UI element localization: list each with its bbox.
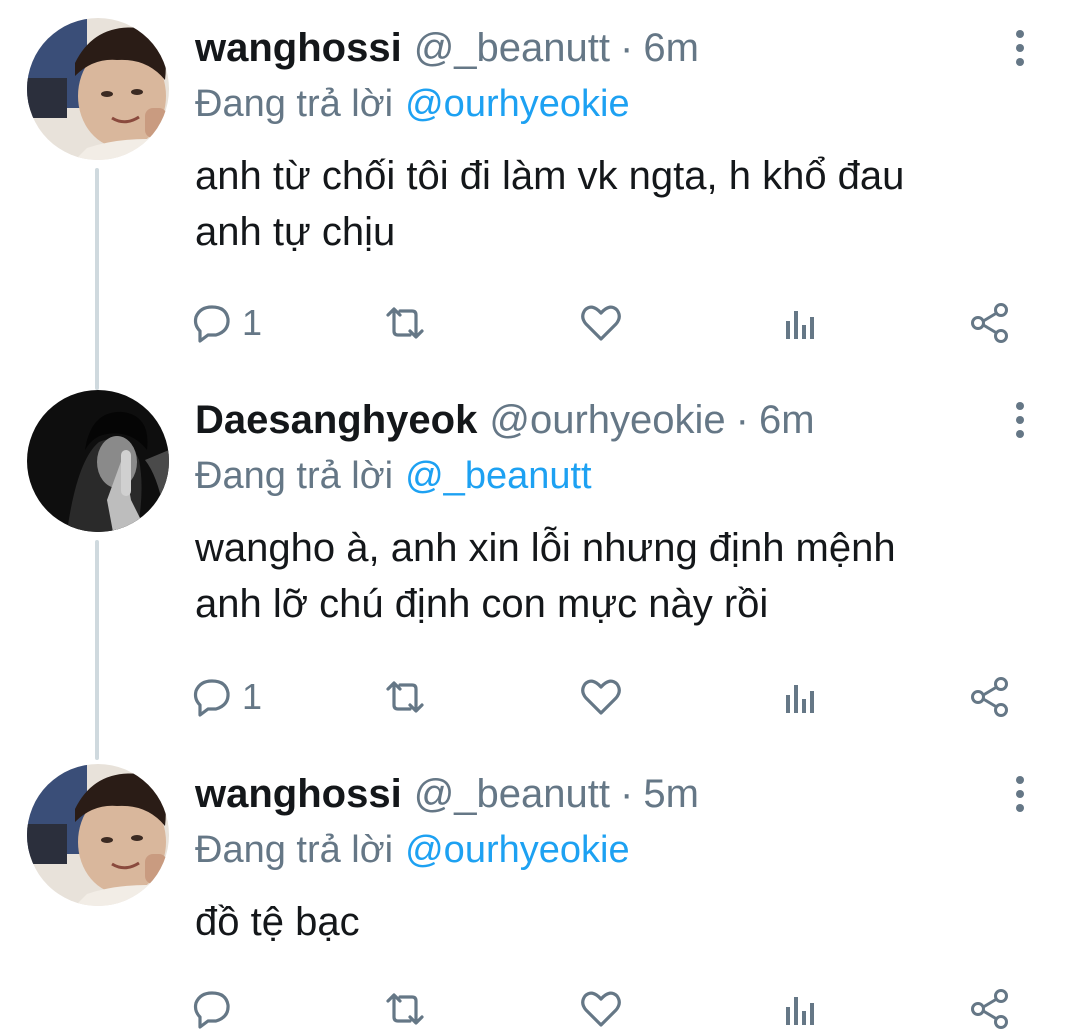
replying-to-label: Đang trả lời xyxy=(195,83,394,125)
avatar[interactable] xyxy=(27,764,169,906)
tweet-text: wangho à, anh xin lỗi nhưng định mệnh an… xyxy=(195,520,1055,632)
share-button[interactable] xyxy=(968,672,1012,722)
tweet-thread: wanghossi @_beanutt · 6m Đang trả lời @ou… xyxy=(0,0,1080,1030)
user-handle[interactable]: @_beanutt xyxy=(414,18,610,78)
separator-dot: · xyxy=(620,772,634,816)
reply-button[interactable] xyxy=(190,984,242,1034)
reply-count: 1 xyxy=(242,676,263,717)
tweet[interactable]: wanghossi @_beanutt · 6m Đang trả lời @ou… xyxy=(0,18,1080,358)
replying-to: Đang trả lời @ourhyeokie xyxy=(195,74,630,134)
replying-to-label: Đang trả lời xyxy=(195,455,394,497)
share-icon xyxy=(971,989,1008,1029)
tweet-text-line: anh từ chối tôi đi làm vk ngta, h khổ đa… xyxy=(195,154,905,198)
reply-count: 1 xyxy=(242,302,263,343)
tweet-text-line: wangho à, anh xin lỗi nhưng định mệnh xyxy=(195,526,896,570)
tweet-actions xyxy=(190,984,1020,1034)
reply-icon xyxy=(193,991,230,1029)
retweet-button[interactable] xyxy=(382,672,428,722)
stats-icon xyxy=(786,997,814,1025)
separator-dot: · xyxy=(620,26,634,70)
separator-dot: · xyxy=(735,398,749,442)
more-vertical-icon xyxy=(1016,402,1024,438)
reply-mention-link[interactable]: @ourhyeokie xyxy=(405,829,629,871)
reply-button[interactable]: 1 xyxy=(190,672,262,722)
reply-mention-link[interactable]: @_beanutt xyxy=(405,455,592,497)
tweet-text: đồ tệ bạc xyxy=(195,894,1055,950)
tweet-actions: 1 xyxy=(190,298,1020,348)
tweet-actions: 1 xyxy=(190,672,1020,722)
avatar[interactable] xyxy=(27,390,169,532)
share-button[interactable] xyxy=(968,984,1012,1034)
stats-button[interactable] xyxy=(778,298,822,348)
stats-button[interactable] xyxy=(778,984,822,1034)
retweet-icon xyxy=(386,307,424,339)
heart-icon xyxy=(581,305,621,341)
user-handle[interactable]: @_beanutt xyxy=(414,764,610,824)
tweet-text: anh từ chối tôi đi làm vk ngta, h khổ đa… xyxy=(195,148,1055,260)
replying-to: Đang trả lời @ourhyeokie xyxy=(195,820,630,880)
tweet[interactable]: wanghossi @_beanutt · 5m Đang trả lời @ou… xyxy=(0,764,1080,1030)
reply-icon xyxy=(193,305,230,343)
share-button[interactable] xyxy=(968,298,1012,348)
retweet-icon xyxy=(386,993,424,1025)
display-name[interactable]: wanghossi xyxy=(195,18,402,78)
stats-icon xyxy=(786,311,814,339)
heart-icon xyxy=(581,991,621,1027)
retweet-button[interactable] xyxy=(382,984,428,1034)
more-options-button[interactable] xyxy=(1000,772,1040,816)
user-handle[interactable]: @ourhyeokie xyxy=(489,390,725,450)
like-button[interactable] xyxy=(578,672,624,722)
tweet-header: wanghossi @_beanutt · 6m xyxy=(195,18,699,78)
like-button[interactable] xyxy=(578,298,624,348)
retweet-button[interactable] xyxy=(382,298,428,348)
more-options-button[interactable] xyxy=(1000,26,1040,70)
tweet-text-line: anh tự chịu xyxy=(195,210,396,254)
replying-to: Đang trả lời @_beanutt xyxy=(195,446,592,506)
more-vertical-icon xyxy=(1016,30,1024,66)
timestamp[interactable]: 6m xyxy=(643,18,699,78)
share-icon xyxy=(971,677,1008,717)
avatar[interactable] xyxy=(27,18,169,160)
reply-button[interactable]: 1 xyxy=(190,298,262,348)
timestamp[interactable]: 6m xyxy=(759,390,815,450)
tweet-header: wanghossi @_beanutt · 5m xyxy=(195,764,699,824)
stats-icon xyxy=(786,685,814,713)
like-button[interactable] xyxy=(578,984,624,1034)
stats-button[interactable] xyxy=(778,672,822,722)
tweet-header: Daesanghyeok @ourhyeokie · 6m xyxy=(195,390,815,450)
reply-mention-link[interactable]: @ourhyeokie xyxy=(405,83,629,125)
display-name[interactable]: Daesanghyeok xyxy=(195,390,477,450)
more-options-button[interactable] xyxy=(1000,398,1040,442)
reply-icon xyxy=(193,679,230,717)
more-vertical-icon xyxy=(1016,776,1024,812)
retweet-icon xyxy=(386,681,424,713)
timestamp[interactable]: 5m xyxy=(643,764,699,824)
display-name[interactable]: wanghossi xyxy=(195,764,402,824)
tweet-text-line: anh lỡ chú định con mực này rồi xyxy=(195,582,769,626)
tweet[interactable]: Daesanghyeok @ourhyeokie · 6m Đang trả l… xyxy=(0,390,1080,730)
replying-to-label: Đang trả lời xyxy=(195,829,394,871)
tweet-text-line: đồ tệ bạc xyxy=(195,900,360,944)
heart-icon xyxy=(581,679,621,715)
share-icon xyxy=(971,303,1008,343)
